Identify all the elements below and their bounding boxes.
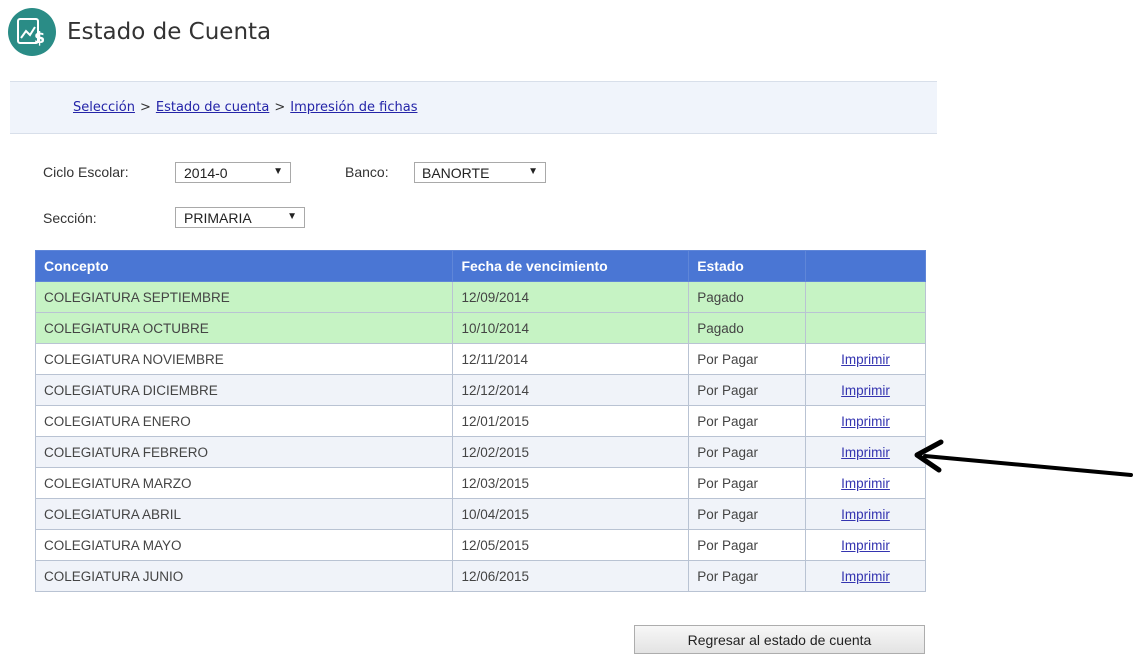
app-header: $ Estado de Cuenta — [8, 8, 271, 56]
seccion-value: PRIMARIA — [184, 209, 252, 226]
page-title: Estado de Cuenta — [67, 19, 272, 45]
table-header-row: Concepto Fecha de vencimiento Estado — [34, 250, 926, 282]
table-row: COLEGIATURA JUNIO 12/06/2015 Por Pagar Impr… — [34, 560, 926, 592]
banco-label: Banco: — [345, 164, 389, 180]
column-header-accion — [805, 250, 926, 282]
table-row: COLEGIATURA FEBRERO 12/02/2015 Por Pagar Im… — [34, 436, 926, 468]
table-row: COLEGIATURA DICIEMBRE 12/12/2014 Por Pagar… — [34, 374, 926, 406]
ciclo-escolar-select[interactable]: 2014-0 ▼ — [175, 162, 291, 183]
concepto-cell: COLEGIATURA DICIEMBRE — [34, 374, 454, 406]
accion-cell: Imprimir — [805, 498, 926, 530]
concepto-cell: COLEGIATURA NOVIEMBRE — [34, 343, 454, 375]
imprimir-link[interactable]: Imprimir — [841, 569, 890, 584]
estado-cell: Por Pagar — [688, 498, 807, 530]
concepto-cell: COLEGIATURA FEBRERO — [34, 436, 454, 468]
table-row: COLEGIATURA SEPTIEMBRE 12/09/2014 Pagado — [34, 281, 926, 313]
svg-text:$: $ — [34, 28, 45, 46]
arrow-left-icon — [914, 439, 1133, 477]
estado-cell: Pagado — [688, 312, 807, 344]
concepto-cell: COLEGIATURA SEPTIEMBRE — [34, 281, 454, 313]
imprimir-link[interactable]: Imprimir — [841, 414, 890, 429]
breadcrumb-bar: Selección > Estado de cuenta > Impresión de … — [10, 81, 937, 134]
banco-select[interactable]: BANORTE ▼ — [414, 162, 546, 183]
banco-value: BANORTE — [422, 164, 490, 181]
breadcrumb-separator: > — [274, 100, 286, 115]
imprimir-link[interactable]: Imprimir — [841, 476, 890, 491]
table-row: COLEGIATURA NOVIEMBRE 12/11/2014 Por Pagar… — [34, 343, 926, 375]
accion-cell — [805, 281, 926, 313]
chart-dollar-icon: $ — [8, 8, 56, 56]
estado-cell: Por Pagar — [688, 374, 807, 406]
fecha-cell: 12/06/2015 — [452, 560, 690, 592]
fecha-cell: 10/04/2015 — [452, 498, 690, 530]
fecha-cell: 12/09/2014 — [452, 281, 690, 313]
imprimir-link[interactable]: Imprimir — [841, 445, 890, 460]
fecha-cell: 12/03/2015 — [452, 467, 690, 499]
fecha-cell: 10/10/2014 — [452, 312, 690, 344]
ciclo-escolar-value: 2014-0 — [184, 164, 228, 181]
fecha-cell: 12/05/2015 — [452, 529, 690, 561]
column-header-estado: Estado — [688, 250, 807, 282]
concepto-cell: COLEGIATURA MARZO — [34, 467, 454, 499]
breadcrumb-separator: > — [139, 100, 151, 115]
estado-cell: Por Pagar — [688, 343, 807, 375]
chevron-down-icon: ▼ — [273, 166, 283, 177]
chevron-down-icon: ▼ — [528, 166, 538, 177]
estado-cell: Por Pagar — [688, 436, 807, 468]
concepto-cell: COLEGIATURA JUNIO — [34, 560, 454, 592]
estado-cell: Por Pagar — [688, 560, 807, 592]
concepto-cell: COLEGIATURA MAYO — [34, 529, 454, 561]
table-row: COLEGIATURA ENERO 12/01/2015 Por Pagar Impr… — [34, 405, 926, 437]
accion-cell: Imprimir — [805, 374, 926, 406]
accion-cell: Imprimir — [805, 560, 926, 592]
estado-cell: Por Pagar — [688, 529, 807, 561]
seccion-select[interactable]: PRIMARIA ▼ — [175, 207, 305, 228]
fecha-cell: 12/11/2014 — [452, 343, 690, 375]
estado-cell: Por Pagar — [688, 467, 807, 499]
accion-cell: Imprimir — [805, 343, 926, 375]
column-header-fecha: Fecha de vencimiento — [452, 250, 690, 282]
imprimir-link[interactable]: Imprimir — [841, 538, 890, 553]
accion-cell: Imprimir — [805, 529, 926, 561]
accion-cell — [805, 312, 926, 344]
concepto-cell: COLEGIATURA ABRIL — [34, 498, 454, 530]
ciclo-escolar-label: Ciclo Escolar: — [43, 164, 129, 180]
estado-cell: Por Pagar — [688, 405, 807, 437]
chevron-down-icon: ▼ — [287, 211, 297, 222]
fecha-cell: 12/12/2014 — [452, 374, 690, 406]
table-row: COLEGIATURA MARZO 12/03/2015 Por Pagar Impr… — [34, 467, 926, 499]
breadcrumb-link-seleccion[interactable]: Selección — [73, 100, 135, 115]
breadcrumb-link-impresion-de-fichas[interactable]: Impresión de fichas — [290, 100, 417, 115]
imprimir-link[interactable]: Imprimir — [841, 383, 890, 398]
fichas-table: Concepto Fecha de vencimiento Estado COL… — [34, 250, 926, 592]
fecha-cell: 12/01/2015 — [452, 405, 690, 437]
imprimir-link[interactable]: Imprimir — [841, 507, 890, 522]
table-row: COLEGIATURA MAYO 12/05/2015 Por Pagar Impri… — [34, 529, 926, 561]
imprimir-link[interactable]: Imprimir — [841, 352, 890, 367]
regresar-button[interactable]: Regresar al estado de cuenta — [634, 625, 925, 654]
seccion-label: Sección: — [43, 210, 97, 226]
concepto-cell: COLEGIATURA OCTUBRE — [34, 312, 454, 344]
breadcrumb-link-estado-de-cuenta[interactable]: Estado de cuenta — [156, 100, 269, 115]
fecha-cell: 12/02/2015 — [452, 436, 690, 468]
table-row: COLEGIATURA ABRIL 10/04/2015 Por Pagar Impr… — [34, 498, 926, 530]
estado-cell: Pagado — [688, 281, 807, 313]
breadcrumb: Selección > Estado de cuenta > Impresión de … — [73, 100, 417, 115]
table-row: COLEGIATURA OCTUBRE 10/10/2014 Pagado — [34, 312, 926, 344]
column-header-concepto: Concepto — [34, 250, 454, 282]
concepto-cell: COLEGIATURA ENERO — [34, 405, 454, 437]
